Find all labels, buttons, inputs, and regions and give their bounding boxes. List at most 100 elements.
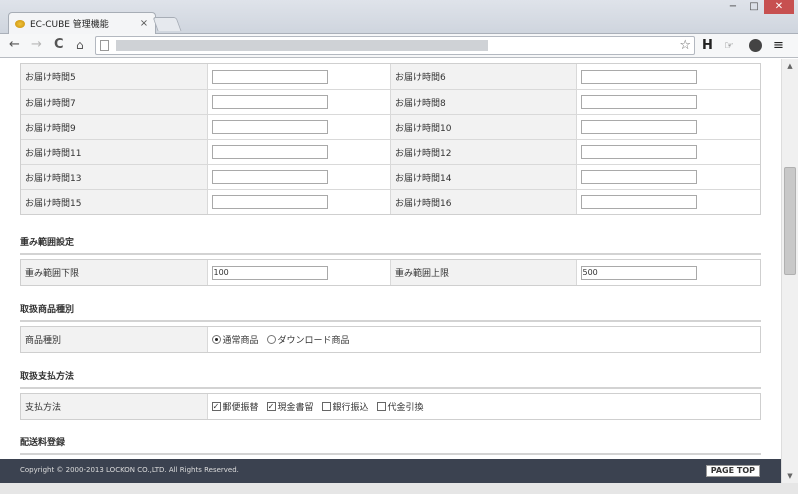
- home-icon[interactable]: ⌂: [76, 37, 84, 53]
- product-type-label: 商品種別: [21, 327, 207, 352]
- delivery-time-cell: [206, 64, 391, 89]
- back-arrow-icon[interactable]: ←: [9, 37, 20, 53]
- address-bar[interactable]: ☆: [95, 36, 695, 55]
- delivery-time-cell: [206, 115, 391, 139]
- payment-cod-checkbox[interactable]: [376, 402, 386, 411]
- delivery-time-label: お届け時間16: [390, 190, 576, 214]
- weight-upper-label: 重み範囲上限: [390, 260, 576, 285]
- table-row: お届け時間13 お届け時間14: [21, 164, 760, 189]
- weight-upper-cell: [575, 260, 761, 285]
- delivery-time-label: お届け時間8: [390, 90, 576, 114]
- copyright-text: Copyright © 2000-2013 LOCKON CO.,LTD. Al…: [20, 466, 239, 474]
- delivery-time-label: お届け時間6: [390, 64, 576, 89]
- table-row: 重み範囲下限 重み範囲上限: [21, 260, 760, 285]
- delivery-time-14-input[interactable]: [580, 170, 697, 184]
- page-scrollbar[interactable]: ▲ ▼: [781, 59, 798, 483]
- delivery-time-7-input[interactable]: [211, 95, 328, 109]
- delivery-time-cell: [575, 140, 761, 164]
- page-top-button[interactable]: PAGE TOP: [705, 465, 760, 477]
- weight-lower-label: 重み範囲下限: [21, 260, 207, 285]
- table-row: お届け時間5 お届け時間6: [21, 64, 760, 89]
- delivery-time-cell: [206, 165, 391, 189]
- window-minimize-button[interactable]: −: [722, 0, 744, 14]
- delivery-time-5-input[interactable]: [211, 69, 328, 84]
- weight-lower-cell: [206, 260, 391, 285]
- delivery-time-label: お届け時間9: [21, 115, 207, 139]
- delivery-time-6-input[interactable]: [580, 69, 697, 84]
- product-type-normal-radio[interactable]: [211, 335, 221, 344]
- table-row: お届け時間15 お届け時間16: [21, 189, 760, 214]
- weight-lower-input[interactable]: [211, 265, 328, 280]
- payment-postal-transfer-label[interactable]: 郵便振替: [223, 400, 259, 413]
- delivery-time-label: お届け時間11: [21, 140, 207, 164]
- weight-table: 重み範囲下限 重み範囲上限: [20, 259, 761, 286]
- delivery-time-12-input[interactable]: [580, 145, 697, 159]
- delivery-time-label: お届け時間15: [21, 190, 207, 214]
- extension-h-icon[interactable]: H: [702, 38, 713, 53]
- product-type-table: 商品種別 通常商品 ダウンロード商品: [20, 326, 761, 353]
- table-row: お届け時間11 お届け時間12: [21, 139, 760, 164]
- payment-section-title: 取扱支払方法: [20, 369, 761, 389]
- payment-bank-transfer-label[interactable]: 銀行振込: [333, 400, 369, 413]
- table-row: 商品種別 通常商品 ダウンロード商品: [21, 327, 760, 352]
- page-footer: Copyright © 2000-2013 LOCKON CO.,LTD. Al…: [0, 459, 781, 483]
- scrollbar-thumb[interactable]: [784, 167, 796, 275]
- payment-bank-transfer-checkbox[interactable]: [321, 402, 331, 411]
- browser-toolbar: ← → C ⌂ ☆ H ☞ ≡: [0, 34, 798, 58]
- window-close-button[interactable]: ✕: [764, 0, 794, 14]
- delivery-time-11-input[interactable]: [211, 145, 328, 159]
- delivery-time-cell: [206, 90, 391, 114]
- delivery-time-13-input[interactable]: [211, 170, 328, 184]
- chrome-menu-icon[interactable]: ≡: [773, 38, 784, 53]
- product-type-section-title: 取扱商品種別: [20, 302, 761, 322]
- extension-hand-icon[interactable]: ☞: [724, 38, 734, 53]
- product-type-normal-label[interactable]: 通常商品: [223, 333, 259, 346]
- tab-close-icon[interactable]: ×: [139, 18, 149, 29]
- delivery-time-cell: [575, 115, 761, 139]
- payment-method-label: 支払方法: [21, 394, 207, 419]
- delivery-time-9-input[interactable]: [211, 120, 328, 134]
- payment-cod-label[interactable]: 代金引換: [388, 400, 424, 413]
- delivery-time-label: お届け時間10: [390, 115, 576, 139]
- delivery-time-cell: [575, 165, 761, 189]
- shipping-section-title: 配送料登録: [20, 435, 761, 455]
- window-bottom-edge: [0, 483, 798, 494]
- delivery-time-label: お届け時間5: [21, 64, 207, 89]
- delivery-time-8-input[interactable]: [580, 95, 697, 109]
- table-row: お届け時間7 お届け時間8: [21, 89, 760, 114]
- table-row: 支払方法 ✓ 郵便振替 ✓ 現金書留 銀行振込 代金引換: [21, 394, 760, 419]
- delivery-time-15-input[interactable]: [211, 195, 328, 209]
- delivery-time-cell: [575, 64, 761, 89]
- payment-cash-registered-checkbox[interactable]: ✓: [266, 402, 276, 411]
- url-redacted: [116, 40, 488, 51]
- page-content: お届け時間5 お届け時間6 お届け時間7 お届け時間8 お届け時間9 お届け時間…: [0, 59, 781, 459]
- payment-table: 支払方法 ✓ 郵便振替 ✓ 現金書留 銀行振込 代金引換: [20, 393, 761, 420]
- delivery-time-16-input[interactable]: [580, 195, 697, 209]
- browser-titlebar: EC-CUBE 管理機能 × − □ ✕: [0, 0, 798, 34]
- delivery-time-cell: [575, 190, 761, 214]
- page-icon: [100, 40, 109, 51]
- extension-circle-icon[interactable]: [749, 39, 762, 52]
- payment-cash-registered-label[interactable]: 現金書留: [278, 400, 314, 413]
- window-maximize-button[interactable]: □: [743, 0, 765, 14]
- scroll-down-arrow-icon[interactable]: ▼: [782, 469, 798, 483]
- tab-title: EC-CUBE 管理機能: [30, 20, 109, 30]
- reload-icon[interactable]: C: [54, 37, 64, 53]
- weight-upper-input[interactable]: [580, 265, 697, 280]
- table-row: お届け時間9 お届け時間10: [21, 114, 760, 139]
- bookmark-star-icon[interactable]: ☆: [679, 38, 691, 53]
- delivery-time-cell: [206, 190, 391, 214]
- delivery-time-table: お届け時間5 お届け時間6 お届け時間7 お届け時間8 お届け時間9 お届け時間…: [20, 63, 761, 215]
- delivery-time-label: お届け時間12: [390, 140, 576, 164]
- forward-arrow-icon[interactable]: →: [31, 37, 42, 53]
- browser-tab-active[interactable]: EC-CUBE 管理機能 ×: [8, 12, 156, 34]
- new-tab-button[interactable]: [152, 17, 182, 31]
- payment-postal-transfer-checkbox[interactable]: ✓: [211, 402, 221, 411]
- product-type-options: 通常商品 ダウンロード商品: [206, 327, 761, 352]
- delivery-time-10-input[interactable]: [580, 120, 697, 134]
- product-type-download-label[interactable]: ダウンロード商品: [278, 333, 350, 346]
- product-type-download-radio[interactable]: [266, 335, 276, 344]
- scroll-up-arrow-icon[interactable]: ▲: [782, 59, 798, 73]
- payment-method-options: ✓ 郵便振替 ✓ 現金書留 銀行振込 代金引換: [206, 394, 761, 419]
- delivery-time-label: お届け時間13: [21, 165, 207, 189]
